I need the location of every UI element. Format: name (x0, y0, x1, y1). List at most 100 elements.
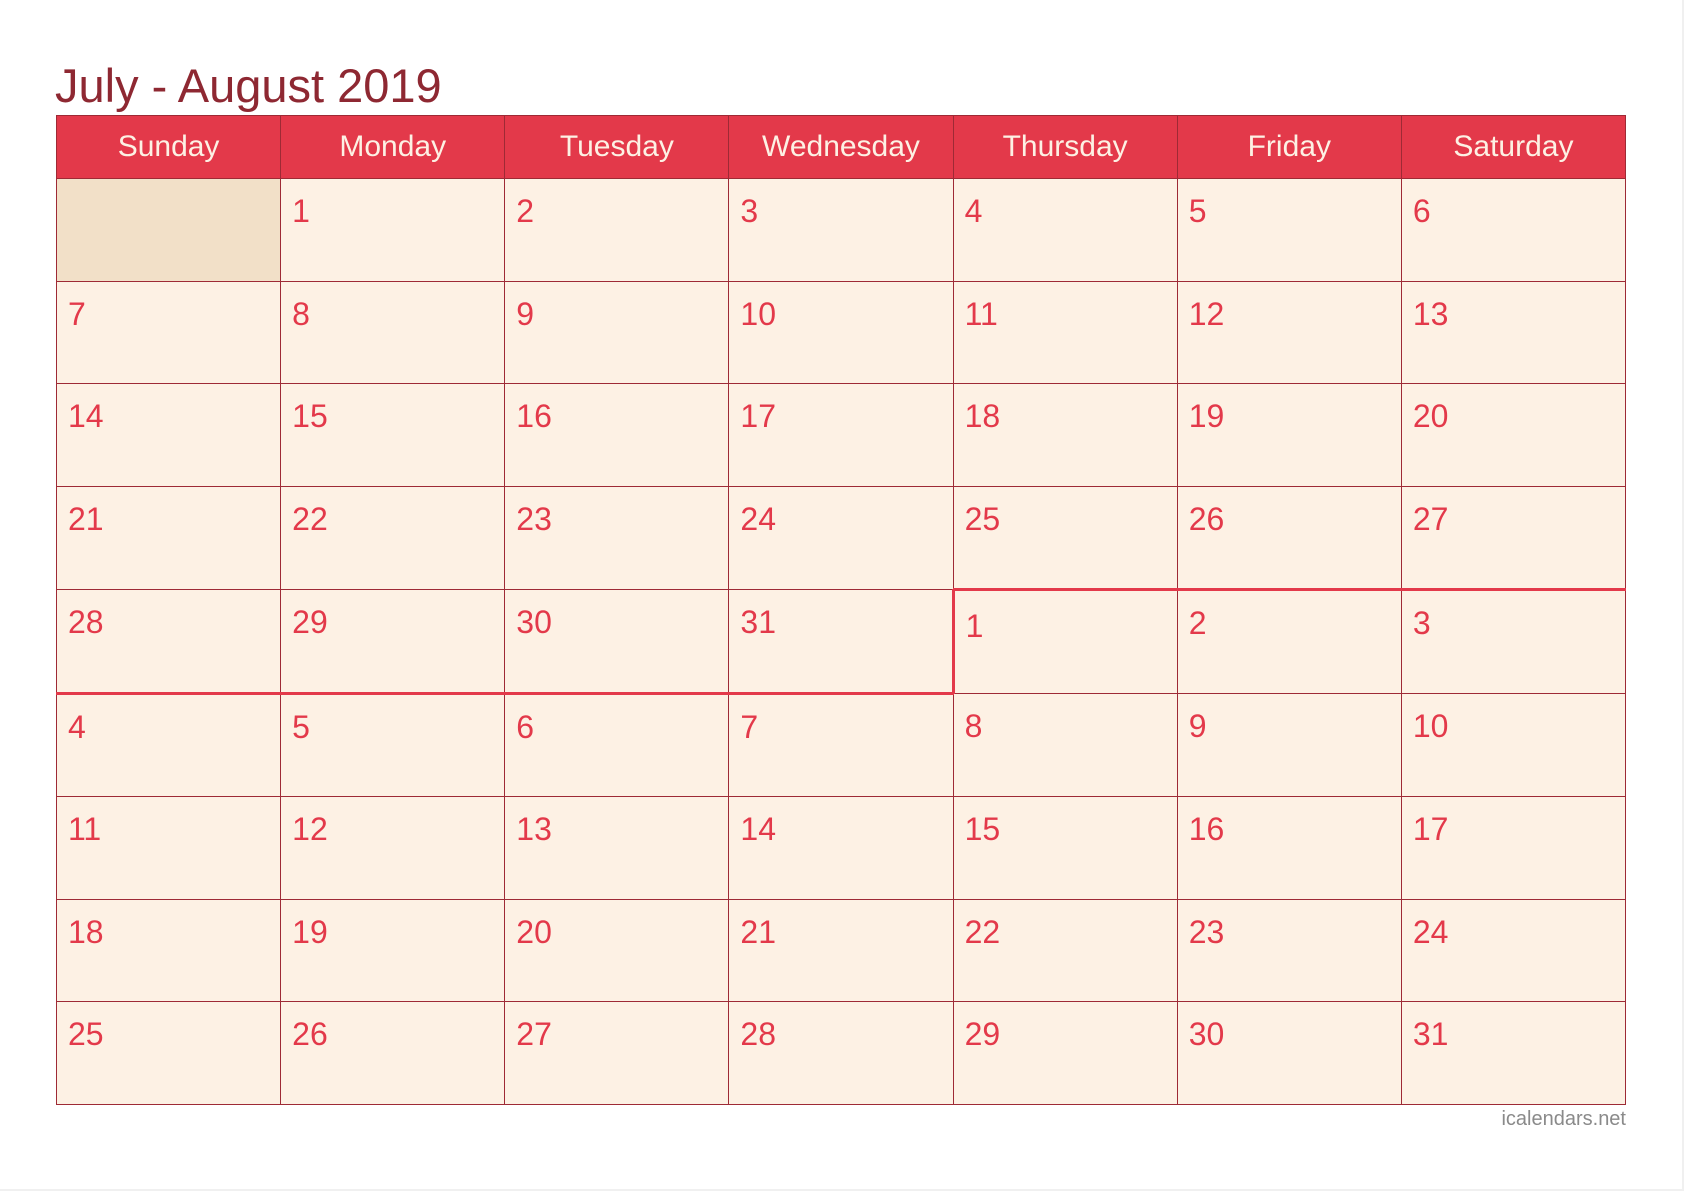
day-cell[interactable]: 24 (1400, 898, 1627, 1002)
day-number: 28 (68, 604, 104, 640)
day-cell[interactable]: 25 (55, 1001, 282, 1105)
week-row: 28 29 30 31 1 2 3 (55, 588, 1627, 695)
week-row: 11 12 13 14 15 16 17 (55, 796, 1627, 900)
day-cell[interactable]: 23 (504, 485, 730, 590)
day-number: 5 (292, 708, 310, 745)
day-cell[interactable]: 9 (504, 280, 730, 384)
day-cell[interactable]: 21 (728, 898, 954, 1002)
day-number: 27 (1412, 500, 1449, 537)
day-number: 10 (740, 295, 777, 332)
day-cell[interactable]: 24 (728, 485, 954, 590)
day-cell[interactable]: 16 (504, 383, 730, 487)
day-cell[interactable]: 11 (952, 280, 1178, 384)
day-cell[interactable]: 26 (280, 1001, 506, 1105)
day-cell[interactable]: 6 (504, 692, 730, 797)
day-cell[interactable]: 1 (280, 178, 506, 282)
day-cell[interactable]: 31 (1400, 1001, 1627, 1105)
day-cell[interactable]: 25 (952, 485, 1178, 590)
day-cell[interactable]: 27 (504, 1001, 730, 1105)
day-cell[interactable]: 1 (951, 588, 1178, 694)
day-cell[interactable]: 10 (728, 280, 954, 384)
day-number: 6 (516, 708, 535, 745)
day-number: 15 (292, 398, 328, 434)
day-cell[interactable]: 5 (280, 692, 506, 797)
day-number: 30 (1188, 1016, 1225, 1052)
day-number: 30 (516, 604, 552, 640)
day-number: 2 (516, 193, 535, 229)
calendar-body: 1 2 3 4 5 6 7 8 9 10 11 12 13 14 15 16 17 18 19 20 21 22 23 24 2… (55, 178, 1627, 1105)
day-cell[interactable]: 31 (728, 589, 954, 695)
day-cell[interactable]: 4 (55, 692, 282, 797)
day-number: 16 (516, 398, 552, 434)
day-number: 6 (1412, 193, 1431, 229)
day-cell[interactable]: 7 (728, 692, 954, 797)
day-cell[interactable]: 4 (952, 178, 1178, 282)
week-row: 18 19 20 21 22 23 24 (55, 898, 1627, 1002)
day-number: 20 (516, 913, 552, 950)
day-cell[interactable]: 26 (1176, 485, 1402, 590)
day-cell[interactable]: 29 (280, 589, 506, 695)
day-cell[interactable]: 3 (728, 178, 954, 282)
day-cell[interactable]: 27 (1400, 485, 1627, 590)
day-number: 22 (964, 913, 1001, 950)
day-number: 27 (516, 1016, 552, 1052)
day-cell[interactable]: 18 (55, 898, 282, 1002)
week-row: 21 22 23 24 25 26 27 (55, 485, 1627, 590)
day-cell[interactable]: 14 (728, 796, 954, 900)
day-cell[interactable]: 2 (504, 178, 730, 282)
day-number: 4 (964, 193, 983, 229)
day-cell[interactable]: 12 (1176, 280, 1402, 384)
day-cell[interactable]: 15 (952, 796, 1178, 900)
day-cell[interactable]: 15 (280, 383, 506, 487)
day-cell[interactable]: 9 (1176, 692, 1402, 797)
day-number: 28 (740, 1016, 777, 1052)
day-cell[interactable]: 23 (1176, 898, 1402, 1002)
day-number: 14 (740, 811, 777, 847)
weekday-header-saturday: Saturday (1400, 115, 1627, 179)
day-cell[interactable]: 30 (1176, 1001, 1402, 1105)
day-cell[interactable]: 12 (280, 796, 506, 900)
day-cell[interactable]: 8 (952, 692, 1178, 797)
day-number: 4 (68, 708, 86, 745)
day-number: 31 (740, 604, 777, 640)
day-cell[interactable]: 22 (952, 898, 1178, 1002)
day-cell[interactable]: 16 (1176, 796, 1402, 900)
day-cell[interactable]: 6 (1400, 178, 1627, 282)
calendar-title: July - August 2019 (55, 59, 442, 112)
day-cell[interactable]: 20 (504, 898, 730, 1002)
day-cell[interactable]: 28 (728, 1001, 954, 1105)
day-cell[interactable]: 20 (1400, 383, 1627, 487)
day-number: 29 (292, 604, 328, 640)
day-cell[interactable]: 19 (1176, 383, 1402, 487)
day-cell[interactable]: 29 (952, 1001, 1178, 1105)
day-cell[interactable]: 30 (504, 589, 730, 695)
day-number: 9 (516, 295, 535, 332)
day-cell[interactable]: 13 (504, 796, 730, 900)
day-number: 8 (964, 707, 983, 744)
day-cell[interactable]: 21 (55, 485, 282, 590)
day-number: 9 (1188, 707, 1207, 744)
day-cell[interactable]: 19 (280, 898, 506, 1002)
day-cell[interactable]: 28 (55, 589, 282, 695)
day-cell[interactable]: 17 (728, 383, 954, 487)
day-number: 14 (68, 398, 104, 434)
day-cell[interactable]: 10 (1400, 692, 1627, 797)
day-number: 3 (740, 193, 759, 229)
day-number: 25 (68, 1016, 104, 1052)
week-row: 1 2 3 4 5 6 (55, 178, 1627, 282)
day-number: 18 (68, 913, 104, 950)
day-cell[interactable]: 13 (1400, 280, 1627, 384)
day-cell[interactable]: 2 (1176, 588, 1402, 694)
day-cell[interactable]: 17 (1400, 796, 1627, 900)
day-cell[interactable]: 11 (55, 796, 282, 900)
day-cell[interactable]: 18 (952, 383, 1178, 487)
day-cell[interactable]: 14 (55, 383, 282, 487)
day-cell[interactable]: 8 (280, 280, 506, 384)
day-number: 16 (1188, 811, 1225, 847)
week-row: 25 26 27 28 29 30 31 (55, 1001, 1627, 1105)
day-cell[interactable]: 3 (1400, 588, 1627, 694)
day-number: 7 (68, 295, 86, 332)
day-cell[interactable]: 7 (55, 280, 282, 384)
day-cell[interactable]: 22 (280, 485, 506, 590)
day-cell[interactable]: 5 (1176, 178, 1402, 282)
